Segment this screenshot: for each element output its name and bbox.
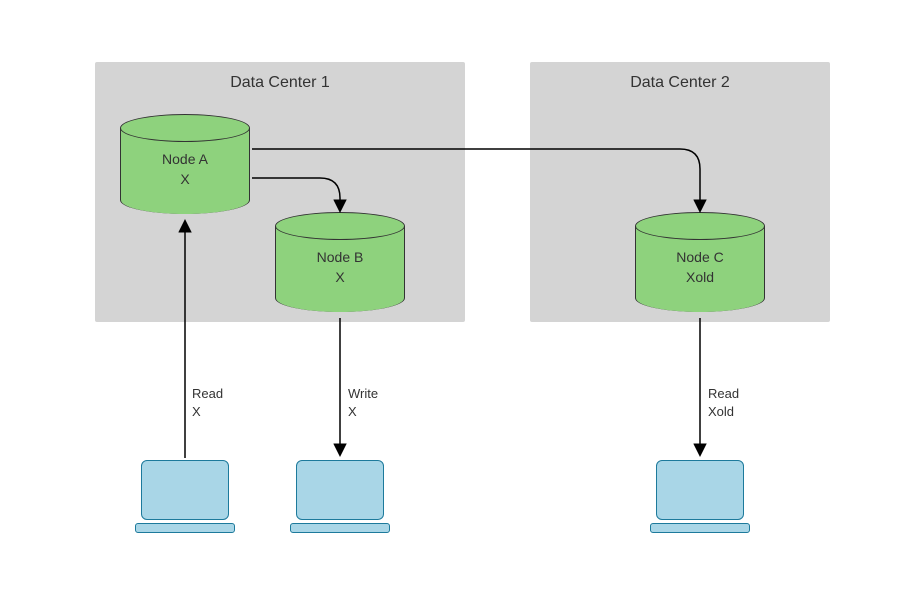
edge-op: Read: [192, 386, 223, 401]
client-2-laptop: [290, 460, 390, 538]
laptop-base-icon: [290, 523, 390, 533]
edge-value: Xold: [708, 404, 734, 419]
edge-op: Write: [348, 386, 378, 401]
laptop-screen-icon: [141, 460, 229, 520]
node-b-value: X: [335, 269, 344, 285]
edge-write-x-label: Write X: [348, 385, 408, 421]
client-3-laptop: [650, 460, 750, 538]
laptop-screen-icon: [656, 460, 744, 520]
datacenter-1-title: Data Center 1: [95, 74, 465, 92]
cylinder-top-icon: [635, 212, 765, 240]
cylinder-top-icon: [120, 114, 250, 142]
node-b-name: Node B: [317, 249, 364, 265]
datacenter-2-title: Data Center 2: [530, 74, 830, 92]
node-a-name: Node A: [162, 151, 208, 167]
node-c-value: Xold: [686, 269, 714, 285]
node-b: Node B X: [275, 226, 405, 312]
node-c-name: Node C: [676, 249, 723, 265]
cylinder-top-icon: [275, 212, 405, 240]
node-c: Node C Xold: [635, 226, 765, 312]
edge-read-x-label: Read X: [192, 385, 252, 421]
laptop-base-icon: [650, 523, 750, 533]
laptop-screen-icon: [296, 460, 384, 520]
laptop-base-icon: [135, 523, 235, 533]
client-1-laptop: [135, 460, 235, 538]
edge-value: X: [192, 404, 201, 419]
node-a: Node A X: [120, 128, 250, 214]
edge-value: X: [348, 404, 357, 419]
node-a-value: X: [180, 171, 189, 187]
edge-op: Read: [708, 386, 739, 401]
edge-read-xold-label: Read Xold: [708, 385, 768, 421]
